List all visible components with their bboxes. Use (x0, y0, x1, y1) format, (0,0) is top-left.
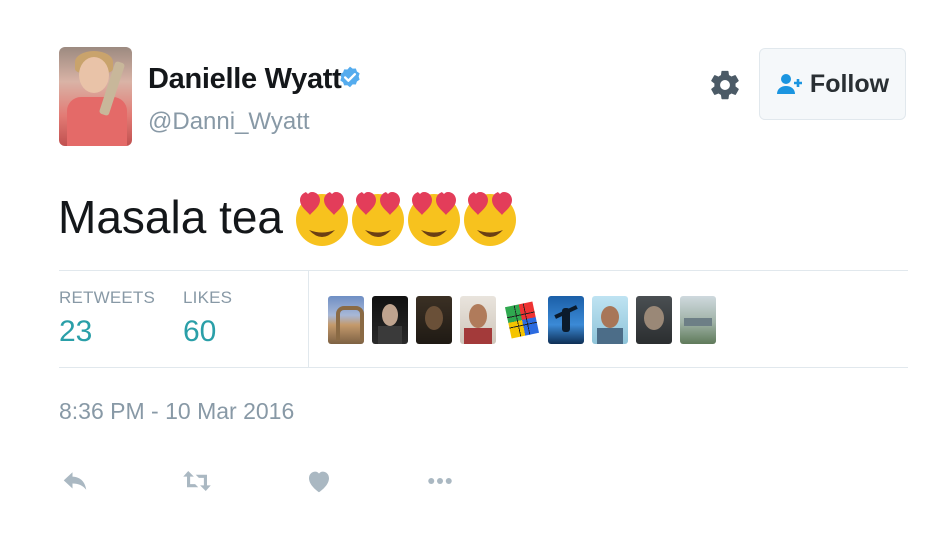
liker-avatar[interactable] (504, 296, 540, 344)
stats-bottom-divider (59, 367, 908, 368)
liker-avatar[interactable] (460, 296, 496, 344)
tweet-text: Masala tea (58, 186, 519, 248)
verified-badge-icon (340, 66, 360, 88)
retweet-icon[interactable] (182, 466, 212, 496)
liker-avatar[interactable] (548, 296, 584, 344)
retweets-count[interactable]: 23 (59, 315, 92, 349)
follow-button[interactable]: Follow (759, 48, 906, 120)
stats-top-divider (59, 270, 908, 271)
liker-avatar[interactable] (416, 296, 452, 344)
tweet-text-content: Masala tea (58, 191, 284, 243)
heart-eyes-emoji-icon (408, 192, 461, 246)
heart-eyes-emoji-icon (464, 192, 517, 246)
liker-avatar[interactable] (680, 296, 716, 344)
add-user-icon (776, 74, 802, 94)
liker-avatar[interactable] (592, 296, 628, 344)
author-name[interactable]: Danielle Wyatt (148, 63, 342, 96)
like-icon[interactable] (304, 466, 334, 496)
author-handle[interactable]: @Danni_Wyatt (148, 108, 310, 136)
liker-avatar[interactable] (372, 296, 408, 344)
retweets-label[interactable]: RETWEETS (59, 288, 155, 308)
likes-count[interactable]: 60 (183, 315, 216, 349)
liker-avatar[interactable] (328, 296, 364, 344)
avatar[interactable] (59, 47, 132, 146)
reply-icon[interactable] (60, 466, 90, 496)
tweet-card: Danielle Wyatt @Danni_Wyatt Follow Masal… (0, 0, 952, 536)
likes-label[interactable]: LIKES (183, 288, 232, 308)
tweet-timestamp[interactable]: 8:36 PM - 10 Mar 2016 (59, 398, 294, 425)
likers-avatars (328, 296, 724, 344)
more-icon[interactable] (425, 466, 455, 496)
gear-icon[interactable] (708, 68, 742, 102)
liker-avatar[interactable] (636, 296, 672, 344)
stats-vertical-divider (308, 271, 309, 367)
heart-eyes-emoji-icon (296, 192, 349, 246)
heart-eyes-emoji-icon (352, 192, 405, 246)
follow-label: Follow (809, 69, 890, 98)
